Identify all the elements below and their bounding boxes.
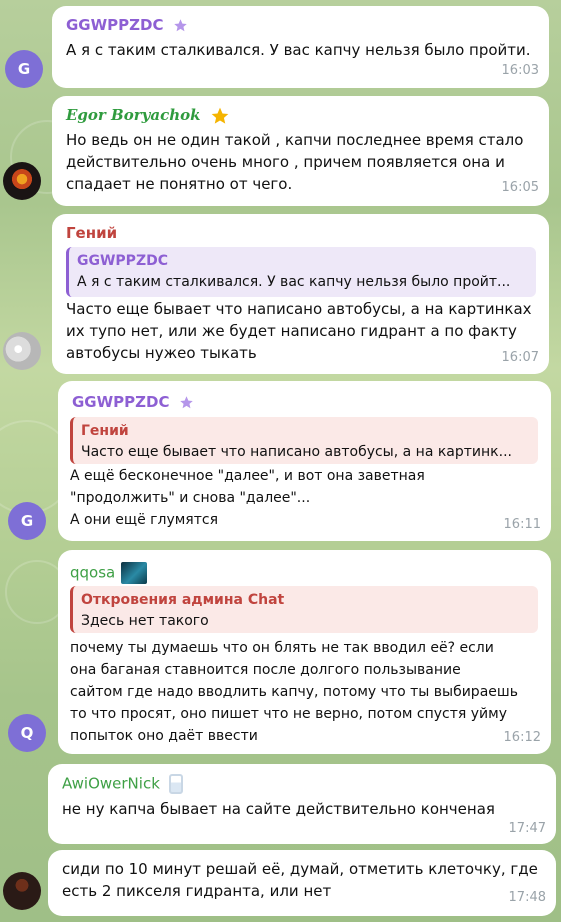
avatar-letter: G <box>20 512 34 530</box>
message-time: 16:05 <box>501 180 539 195</box>
reply-author: GGWPPZDC <box>77 253 168 269</box>
message-time: 17:48 <box>508 890 546 905</box>
message-text: почему ты думаешь что он блять не так вв… <box>70 640 518 744</box>
message-bubble[interactable]: Egor Boryachok Но ведь он не один такой … <box>52 96 549 206</box>
message-bubble[interactable]: GGWPPZDC А я с таким сталкивался. У вас … <box>52 6 549 88</box>
avatar-qqosa[interactable]: Q <box>8 714 46 752</box>
message-text: А ещё бесконечное "далее", и вот она зав… <box>70 468 425 528</box>
message-bubble[interactable]: AwiOwerNick не ну капча бывает на сайте … <box>48 764 556 844</box>
message-time: 16:12 <box>503 730 541 745</box>
reply-quote[interactable]: Откровения админа Chat Здесь нет такого <box>70 586 538 633</box>
avatar-ggwppzdc[interactable]: G <box>5 50 43 88</box>
reply-quote[interactable]: GGWPPZDC А я с таким сталкивался. У вас … <box>66 247 536 297</box>
message-text: А я с таким сталкивался. У вас капчу нел… <box>66 41 531 59</box>
message-text: не ну капча бывает на сайте действительн… <box>62 800 495 818</box>
message-author[interactable]: Egor Boryachok <box>66 106 230 126</box>
avatar-genius[interactable] <box>3 332 41 370</box>
message-time: 16:03 <box>501 63 539 78</box>
avatar-ggwppzdc[interactable]: G <box>8 502 46 540</box>
message-time: 16:11 <box>503 517 541 532</box>
milk-emoji-icon <box>168 774 183 794</box>
message-author[interactable]: Гений <box>66 224 117 242</box>
message-text: Но ведь он не один такой , капчи последн… <box>66 131 524 193</box>
message-author[interactable]: qqosa <box>70 562 148 584</box>
avatar-letter: G <box>17 60 31 78</box>
message-time: 17:47 <box>508 821 546 836</box>
message-author[interactable]: GGWPPZDC <box>72 393 194 411</box>
premium-star-icon <box>173 19 187 32</box>
reply-text: Здесь нет такого <box>81 613 209 629</box>
reply-quote[interactable]: Гений Часто еще бывает что написано авто… <box>70 417 538 464</box>
message-bubble[interactable]: сиди по 10 минут решай её, думай, отмети… <box>48 850 556 916</box>
reply-author: Откровения админа Chat <box>81 592 285 608</box>
message-author[interactable]: AwiOwerNick <box>62 774 183 794</box>
reply-text: А я с таким сталкивался. У вас капчу нел… <box>77 274 511 290</box>
avatar-egor[interactable] <box>3 162 41 200</box>
message-text: сиди по 10 минут решай её, думай, отмети… <box>62 860 538 900</box>
avatar-letter: Q <box>20 724 34 742</box>
reply-author: Гений <box>81 423 129 439</box>
message-text: Часто еще бывает что написано автобусы, … <box>66 300 532 362</box>
reply-text: Часто еще бывает что написано автобусы, … <box>81 444 512 460</box>
avatar-awiowernick[interactable] <box>3 872 41 910</box>
message-bubble[interactable]: Гений GGWPPZDC А я с таким сталкивался. … <box>52 214 549 374</box>
premium-star-icon <box>179 396 193 409</box>
gold-star-icon <box>211 107 229 124</box>
message-bubble[interactable]: GGWPPZDC Гений Часто еще бывает что напи… <box>58 381 551 541</box>
message-time: 16:07 <box>501 350 539 365</box>
qqosa-emoji-icon <box>121 562 148 584</box>
message-author[interactable]: GGWPPZDC <box>66 16 188 34</box>
message-bubble[interactable]: qqosa Откровения админа Chat Здесь нет т… <box>58 550 551 754</box>
